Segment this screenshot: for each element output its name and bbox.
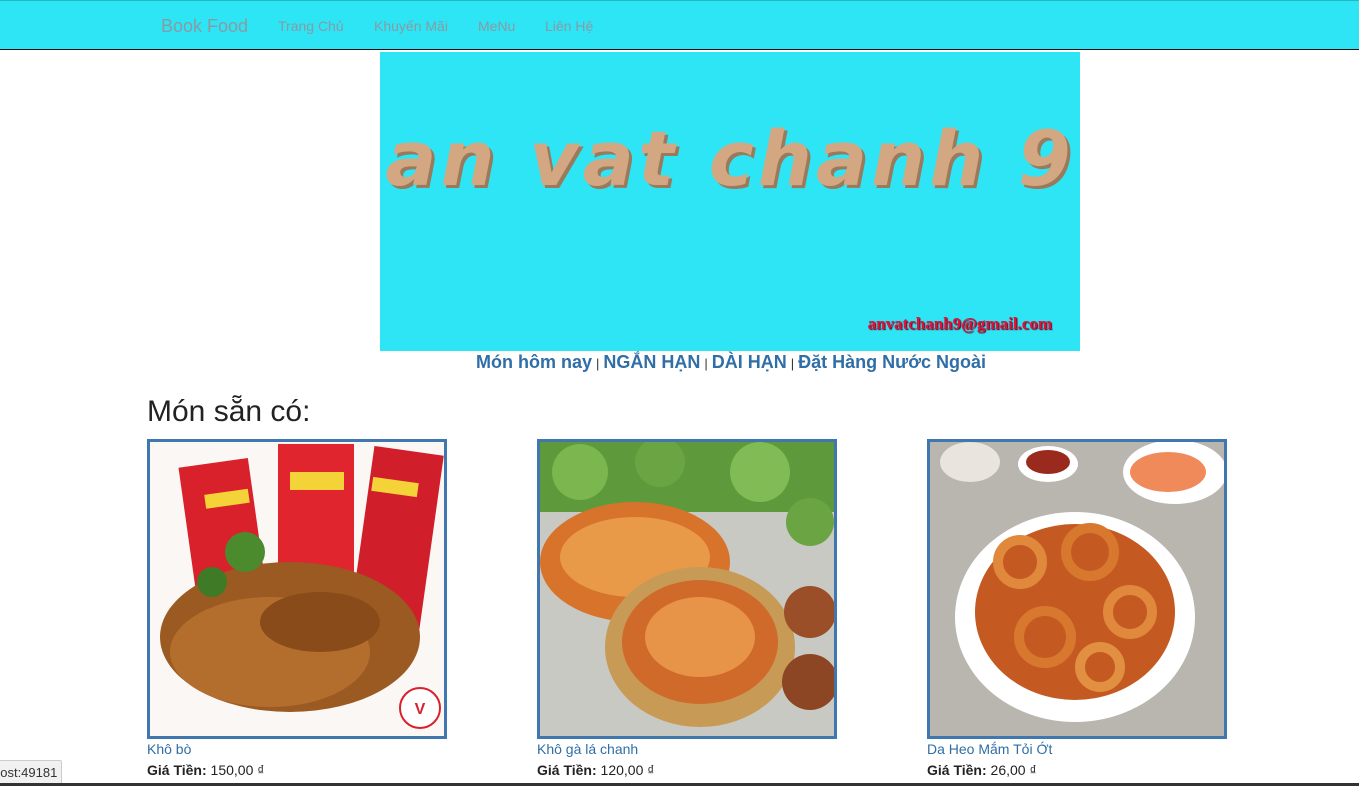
price-label: Giá Tiền: [147,762,207,778]
link-today[interactable]: Món hôm nay [476,352,592,372]
product-card: V Khô bò Giá Tiền: 150,00 ₫ [147,439,447,778]
nav-item-menu[interactable]: MeNu [478,18,515,34]
banner-image: an vat chanh 9 anvatchanh9@gmail.com [380,52,1080,351]
status-bar-url: host:49181 [0,760,63,784]
banner-email: anvatchanh9@gmail.com [867,314,1052,333]
svg-text:V: V [415,701,426,718]
link-overseas-order[interactable]: Đặt Hàng Nước Ngoài [798,352,986,372]
product-name[interactable]: Da Heo Mắm Tỏi Ớt [927,741,1227,757]
product-price: Giá Tiền: 120,00 ₫ [537,762,837,778]
price-value: 150,00 ₫ [210,762,265,778]
separator: | [704,356,708,371]
price-value: 120,00 ₫ [600,762,655,778]
separator: | [595,356,600,371]
top-navbar: Book Food Trang Chủ Khuyến Mãi MeNu Liên… [0,0,1359,50]
nav-item-contact[interactable]: Liên Hệ [545,18,593,34]
link-long-term[interactable]: DÀI HẠN [712,352,787,372]
link-short-term[interactable]: NGẮN HẠN [603,352,700,372]
price-label: Giá Tiền: [537,762,597,778]
separator: | [790,356,795,371]
product-price: Giá Tiền: 150,00 ₫ [147,762,447,778]
product-image-beef-jerky[interactable]: V [147,439,447,739]
product-image-chicken-jerky[interactable] [537,439,837,739]
nav-item-promotions[interactable]: Khuyến Mãi [374,18,448,34]
product-image-pork-skin[interactable] [927,439,1227,739]
product-card: Da Heo Mắm Tỏi Ớt Giá Tiền: 26,00 ₫ [927,439,1227,778]
product-card: Khô gà lá chanh Giá Tiền: 120,00 ₫ [537,439,837,778]
product-name[interactable]: Khô bò [147,741,447,757]
brand-link[interactable]: Book Food [161,16,248,37]
product-name[interactable]: Khô gà lá chanh [537,741,837,757]
product-price: Giá Tiền: 26,00 ₫ [927,762,1227,778]
section-title: Món sẵn có: [147,395,311,428]
banner-title: an vat chanh 9 [385,114,1075,203]
category-links: Món hôm nay | NGẮN HẠN | DÀI HẠN | Đặt Hàng Nư… [0,352,1359,373]
nav-item-home[interactable]: Trang Chủ [278,18,344,34]
price-label: Giá Tiền: [927,762,987,778]
price-value: 26,00 ₫ [990,762,1037,778]
